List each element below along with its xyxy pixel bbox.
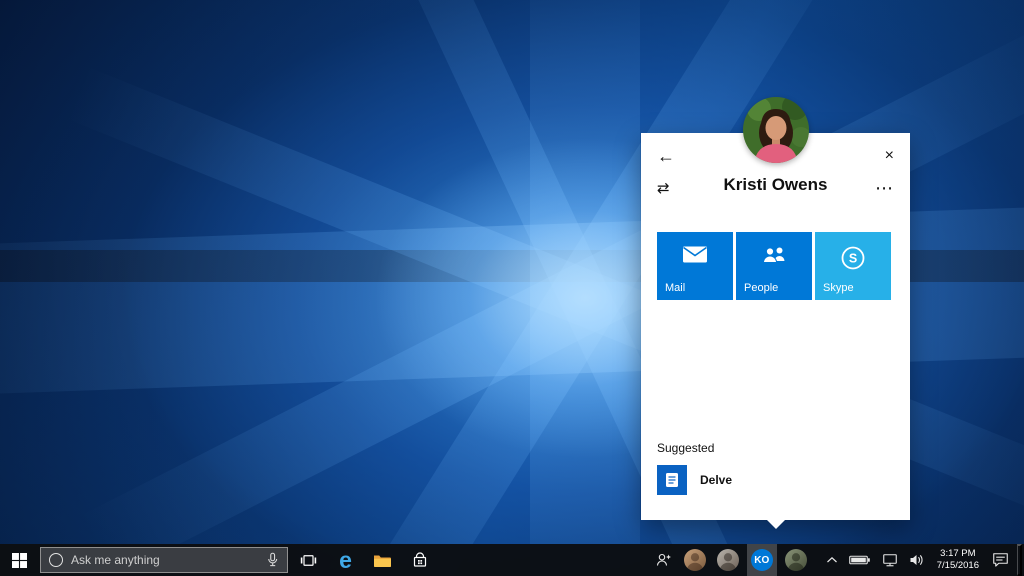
avatar-silhouette-icon [785, 549, 807, 571]
clock-time: 3:17 PM [940, 548, 975, 560]
avatar-silhouette-icon [684, 549, 706, 571]
system-tray: KO [652, 544, 1024, 576]
flyout-pointer [767, 520, 785, 529]
people-silhouettes-icon [761, 245, 787, 264]
microphone-button[interactable] [266, 552, 279, 568]
delve-document-icon [663, 471, 681, 489]
battery-icon [849, 554, 871, 566]
pinned-contact-3[interactable] [782, 544, 810, 576]
pinned-contact-1[interactable] [681, 544, 709, 576]
back-button[interactable]: ← [653, 143, 679, 169]
contact-photo-illustration [743, 97, 809, 163]
skype-s-icon: S [840, 245, 866, 271]
delve-tile [657, 465, 687, 495]
action-center-button[interactable] [989, 544, 1012, 576]
app-tiles: Mail People S Skype [657, 232, 891, 300]
battery-button[interactable] [846, 544, 874, 576]
start-button[interactable] [0, 544, 38, 576]
chevron-up-icon [826, 556, 838, 564]
action-center-icon [992, 552, 1009, 568]
close-button[interactable]: × [881, 144, 898, 168]
edge-icon: e [339, 549, 352, 572]
volume-button[interactable] [906, 544, 927, 576]
people-tile[interactable]: People [736, 232, 812, 300]
clock-date: 7/15/2016 [937, 560, 979, 572]
contact-avatar [717, 549, 739, 571]
windows-logo-icon [12, 553, 27, 568]
search-input[interactable] [71, 553, 258, 567]
task-view-icon [300, 553, 317, 568]
mail-tile-label: Mail [665, 282, 685, 294]
contact-avatar [684, 549, 706, 571]
show-desktop-button[interactable] [1017, 544, 1022, 576]
tray-overflow-button[interactable] [823, 544, 841, 576]
skype-tile[interactable]: S Skype [815, 232, 891, 300]
avatar-silhouette-icon [717, 549, 739, 571]
suggested-app-delve[interactable]: Delve [657, 465, 732, 495]
pinned-contact-ko-active[interactable]: KO [747, 544, 777, 576]
network-icon [882, 553, 898, 568]
cortana-circle-icon [49, 553, 63, 567]
cortana-search-box[interactable] [40, 547, 288, 573]
contact-photo [743, 97, 809, 163]
task-view-button[interactable] [290, 544, 327, 576]
store-button[interactable] [401, 544, 438, 576]
suggested-heading: Suggested [657, 441, 714, 455]
mail-envelope-icon [682, 245, 708, 264]
file-explorer-button[interactable] [364, 544, 401, 576]
mail-tile[interactable]: Mail [657, 232, 733, 300]
store-icon [412, 552, 428, 568]
people-tile-label: People [744, 282, 778, 294]
edge-browser-button[interactable]: e [327, 544, 364, 576]
pinned-contact-2[interactable] [714, 544, 742, 576]
clock[interactable]: 3:17 PM 7/15/2016 [932, 544, 984, 576]
file-explorer-icon [373, 552, 392, 568]
people-bar-button[interactable] [652, 544, 676, 576]
desktop: ← × ⇄ ⋯ Kristi Owens [0, 0, 1024, 576]
ko-avatar-badge: KO [751, 549, 773, 571]
network-button[interactable] [879, 544, 901, 576]
suggested-app-label: Delve [700, 473, 732, 487]
contact-avatar [785, 549, 807, 571]
svg-text:S: S [849, 252, 857, 266]
volume-icon [909, 553, 924, 567]
people-bar-icon [655, 552, 673, 568]
my-people-flyout: ← × ⇄ ⋯ Kristi Owens [641, 133, 910, 520]
skype-tile-label: Skype [823, 282, 854, 294]
taskbar: e [0, 544, 1024, 576]
microphone-icon [266, 552, 279, 568]
contact-name: Kristi Owens [641, 175, 910, 195]
